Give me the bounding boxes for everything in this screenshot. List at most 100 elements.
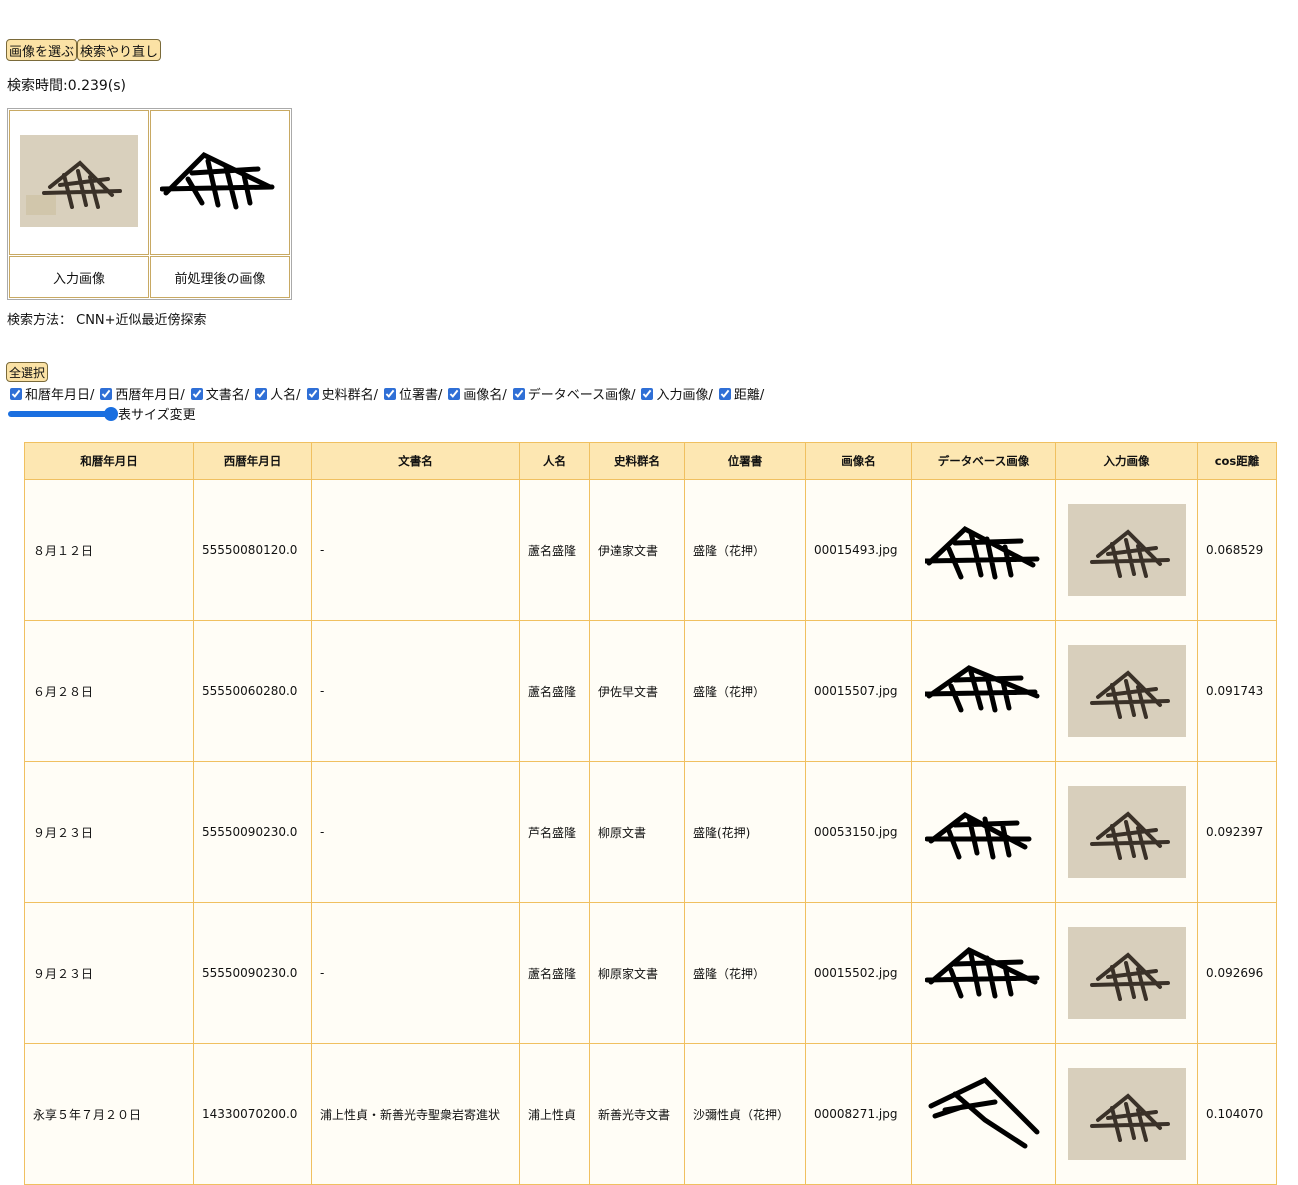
column-checkbox[interactable] [448, 387, 461, 400]
database-image[interactable] [924, 519, 1043, 581]
column-toggle-label: 文書名/ [205, 388, 250, 403]
cell-image: 00015507.jpg [805, 620, 912, 762]
cell-input-image [1055, 1043, 1198, 1185]
column-checkbox[interactable] [190, 387, 203, 400]
column-toggle-label: データベース画像/ [527, 388, 636, 403]
cell-distance: 0.092696 [1197, 902, 1277, 1044]
column-toggles: 和暦年月日/西暦年月日/文書名/人名/史料群名/位署書/画像名/データベース画像… [8, 384, 768, 403]
column-toggle-1[interactable]: 西暦年月日/ [98, 384, 185, 403]
database-image[interactable] [924, 801, 1043, 863]
column-toggle-6[interactable]: 画像名/ [446, 384, 507, 403]
column-toggle-8[interactable]: 入力画像/ [639, 384, 713, 403]
column-header[interactable]: cos距離 [1197, 442, 1277, 480]
cell-wareki: ８月１２日 [24, 479, 194, 621]
database-image[interactable] [924, 942, 1043, 1004]
cell-signature: 盛隆（花押） [684, 902, 806, 1044]
database-image[interactable] [925, 1076, 1043, 1152]
column-toggle-9[interactable]: 距離/ [717, 384, 764, 403]
cell-distance: 0.068529 [1197, 479, 1277, 621]
column-checkbox[interactable] [383, 387, 396, 400]
column-header[interactable]: 位署書 [684, 442, 806, 480]
column-toggle-label: 西暦年月日/ [115, 388, 185, 403]
cell-collection: 新善光寺文書 [589, 1043, 685, 1185]
table-size-slider[interactable] [8, 406, 118, 421]
column-checkbox[interactable] [306, 387, 319, 400]
column-toggle-label: 人名/ [270, 388, 301, 403]
column-checkbox[interactable] [100, 387, 113, 400]
column-header[interactable]: 文書名 [311, 442, 520, 480]
cell-seireki: 55550090230.0 [193, 761, 312, 903]
column-header[interactable]: 史料群名 [589, 442, 685, 480]
column-header[interactable]: 西暦年月日 [193, 442, 312, 480]
column-toggle-label: 史料群名/ [321, 388, 378, 403]
input-image-thumb[interactable] [1067, 1068, 1186, 1160]
column-header[interactable]: 入力画像 [1055, 442, 1198, 480]
cell-seireki: 14330070200.0 [193, 1043, 312, 1185]
select-all-button[interactable]: 全選択 [6, 362, 49, 382]
column-toggle-label: 和暦年月日/ [25, 388, 95, 403]
column-checkbox[interactable] [10, 387, 22, 400]
cell-wareki: ９月２３日 [24, 902, 194, 1044]
column-checkbox[interactable] [718, 387, 731, 400]
cell-signature: 盛隆（花押） [684, 620, 806, 762]
column-checkbox[interactable] [255, 387, 268, 400]
cell-collection: 伊佐早文書 [589, 620, 685, 762]
cell-database-image [911, 902, 1056, 1044]
preview-table: 入力画像 前処理後の画像 [7, 108, 292, 300]
column-header[interactable]: 和暦年月日 [24, 442, 194, 480]
cell-signature: 沙彌性貞（花押） [684, 1043, 806, 1185]
processed-image-caption: 前処理後の画像 [150, 256, 290, 298]
table-row[interactable]: 永享５年７月２０日 14330070200.0 浦上性貞・新善光寺聖衆岩寄進状 浦上性… [24, 1043, 1277, 1185]
cell-collection: 柳原家文書 [589, 902, 685, 1044]
input-image-thumb[interactable] [1067, 927, 1186, 1019]
column-toggle-4[interactable]: 史料群名/ [305, 384, 378, 403]
cell-image: 00053150.jpg [805, 761, 912, 903]
column-toggle-2[interactable]: 文書名/ [189, 384, 249, 403]
cell-distance: 0.092397 [1197, 761, 1277, 903]
input-image-thumb[interactable] [1067, 504, 1186, 596]
input-image-thumb[interactable] [1067, 786, 1186, 878]
cell-input-image [1055, 620, 1198, 762]
search-method: 検索方法： CNN+近似最近傍探索 [7, 313, 207, 328]
input-image [20, 134, 138, 227]
cell-doc: - [311, 902, 520, 1044]
redo-search-button[interactable]: 検索やり直し [77, 39, 162, 61]
cell-wareki: ９月２３日 [24, 761, 194, 903]
column-header[interactable]: データベース画像 [911, 442, 1056, 480]
column-header[interactable]: 人名 [519, 442, 590, 480]
database-image[interactable] [924, 660, 1043, 722]
table-size-label: 表サイズ変更 [118, 408, 196, 423]
cell-database-image [911, 620, 1056, 762]
cell-doc: - [311, 620, 520, 762]
cell-input-image [1055, 902, 1198, 1044]
cell-doc: 浦上性貞・新善光寺聖衆岩寄進状 [311, 1043, 520, 1185]
search-time: 検索時間:0.239(s) [7, 78, 127, 94]
cell-signature: 盛隆（花押） [684, 479, 806, 621]
table-row[interactable]: ９月２３日 55550090230.0- 芦名盛隆 柳原文書 盛隆(花押) 0005315… [24, 761, 1277, 903]
input-image-thumb[interactable] [1067, 645, 1186, 737]
cell-image: 00008271.jpg [805, 1043, 912, 1185]
slider-knob[interactable] [104, 406, 118, 421]
input-image-caption: 入力画像 [9, 256, 149, 298]
cell-distance: 0.091743 [1197, 620, 1277, 762]
cell-input-image [1055, 761, 1198, 903]
table-row[interactable]: ６月２８日 55550060280.0- 蘆名盛隆 伊佐早文書 盛隆（花押） 000155… [24, 620, 1277, 762]
table-row[interactable]: ８月１２日 55550080120.0- 蘆名盛隆 伊達家文書 盛隆（花押） 000154… [24, 479, 1277, 621]
column-toggle-3[interactable]: 人名/ [253, 384, 301, 403]
table-row[interactable]: ９月２３日 55550090230.0- 蘆名盛隆 柳原家文書 盛隆（花押） 000155… [24, 902, 1277, 1044]
column-checkbox[interactable] [512, 387, 525, 400]
cell-image: 00015493.jpg [805, 479, 912, 621]
cell-collection: 柳原文書 [589, 761, 685, 903]
column-checkbox[interactable] [641, 387, 654, 400]
choose-image-button[interactable]: 画像を選ぶ [6, 39, 78, 61]
column-toggle-label: 入力画像/ [656, 388, 713, 403]
column-toggle-0[interactable]: 和暦年月日/ [8, 384, 94, 403]
column-toggle-7[interactable]: データベース画像/ [511, 384, 636, 403]
cell-person: 芦名盛隆 [519, 761, 590, 903]
processed-image [159, 151, 275, 209]
cell-person: 蘆名盛隆 [519, 479, 590, 621]
column-toggle-label: 位署書/ [398, 388, 443, 403]
table-size-control: 表サイズ変更 [8, 404, 196, 423]
column-header[interactable]: 画像名 [805, 442, 912, 480]
column-toggle-5[interactable]: 位署書/ [382, 384, 442, 403]
